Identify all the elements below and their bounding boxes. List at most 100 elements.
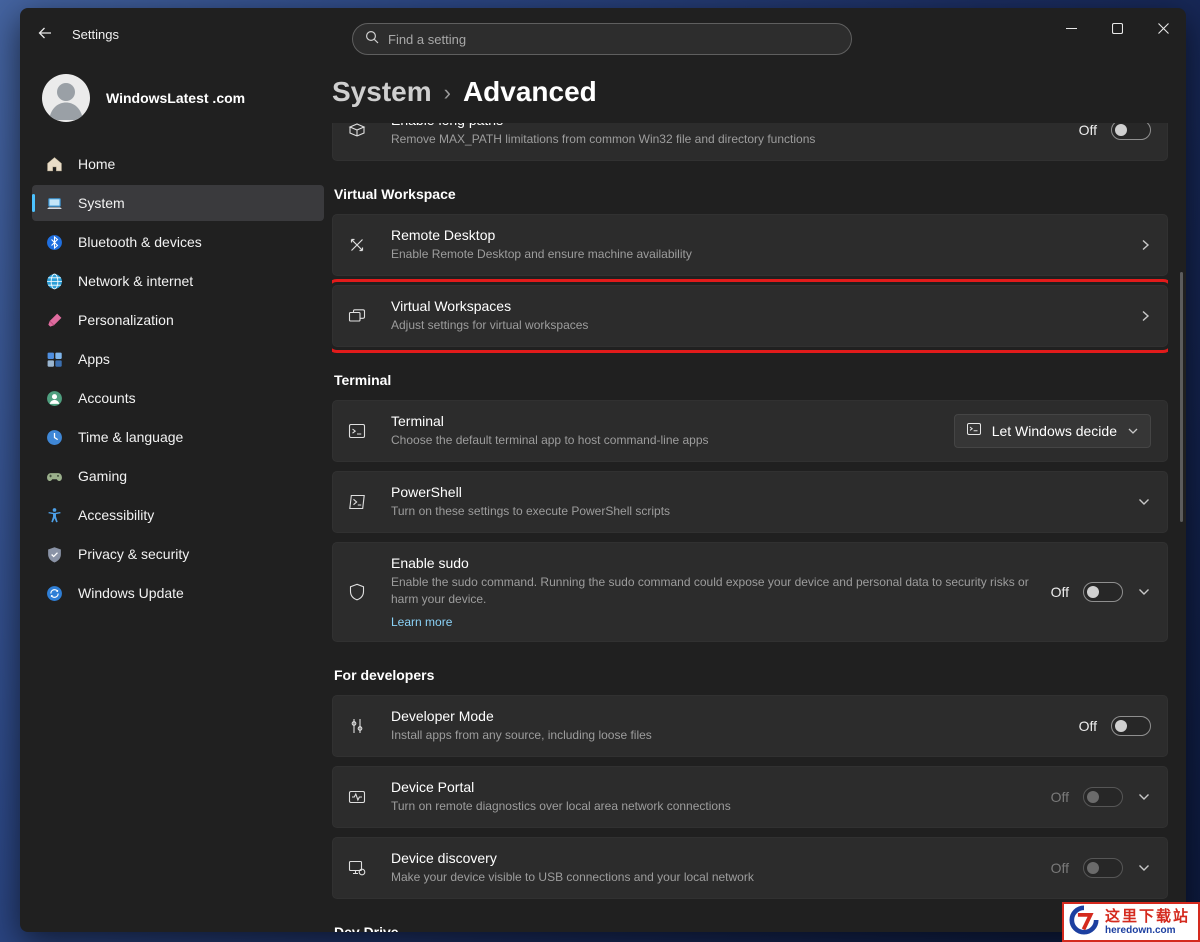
breadcrumb-current: Advanced <box>463 74 597 110</box>
learn-more-link[interactable]: Learn more <box>391 615 452 629</box>
search-box[interactable] <box>352 23 852 55</box>
setting-title: Terminal <box>391 413 709 429</box>
app-title: Settings <box>72 27 119 42</box>
setting-row-terminal[interactable]: Terminal Choose the default terminal app… <box>332 400 1168 462</box>
main-content: System › Advanced Enable long paths Remo… <box>332 60 1186 932</box>
minimize-icon <box>1066 22 1077 37</box>
settings-scroll-area: Enable long paths Remove MAX_PATH limita… <box>332 123 1168 932</box>
personalization-icon <box>46 312 63 329</box>
minimize-button[interactable] <box>1048 8 1094 50</box>
sidebar-item-label: Network & internet <box>78 273 193 289</box>
terminal-mini-icon <box>966 421 982 442</box>
chevron-right-icon <box>1139 238 1151 252</box>
enable-sudo-toggle[interactable] <box>1083 582 1123 602</box>
device-portal-toggle[interactable] <box>1083 787 1123 807</box>
toggle-knob <box>1087 586 1099 598</box>
chevron-down-icon <box>1137 792 1151 802</box>
setting-row-powershell[interactable]: PowerShell Turn on these settings to exe… <box>332 471 1168 533</box>
sidebar-nav: Home System Bluetooth & devices Network … <box>32 146 324 611</box>
maximize-button[interactable] <box>1094 8 1140 50</box>
sidebar-item-accounts[interactable]: Accounts <box>32 380 324 416</box>
user-profile[interactable]: WindowsLatest .com <box>32 66 324 130</box>
powershell-icon <box>347 492 391 512</box>
sidebar-item-home[interactable]: Home <box>32 146 324 182</box>
setting-description: Install apps from any source, including … <box>391 727 652 744</box>
sidebar: WindowsLatest .com Home System Bluetooth… <box>20 60 332 932</box>
sidebar-item-gaming[interactable]: Gaming <box>32 458 324 494</box>
device-discovery-toggle[interactable] <box>1083 858 1123 878</box>
setting-description: Make your device visible to USB connecti… <box>391 869 754 886</box>
setting-row-virtual-workspaces[interactable]: Virtual Workspaces Adjust settings for v… <box>332 285 1168 347</box>
search-input[interactable] <box>388 32 839 47</box>
device-discovery-icon <box>347 858 391 878</box>
toggle-state-label: Off <box>1079 718 1097 734</box>
chevron-down-icon <box>1137 497 1151 507</box>
terminal-app-dropdown[interactable]: Let Windows decide <box>954 414 1151 448</box>
desktop-wallpaper: Settings <box>0 0 1200 942</box>
sidebar-item-label: Apps <box>78 351 110 367</box>
accessibility-icon <box>46 507 63 524</box>
arrow-left-icon <box>38 27 52 42</box>
section-header-dev-drive: Dev Drive <box>334 924 1168 932</box>
sidebar-item-label: Gaming <box>78 468 127 484</box>
chevron-down-icon <box>1137 863 1151 873</box>
chevron-down-icon <box>1127 426 1139 436</box>
accounts-icon <box>46 390 63 407</box>
shield-icon <box>347 582 391 602</box>
maximize-icon <box>1112 22 1123 37</box>
section-header-for-developers: For developers <box>334 667 1168 683</box>
sidebar-item-system[interactable]: System <box>32 185 324 221</box>
sidebar-item-label: Home <box>78 156 115 172</box>
breadcrumb-system[interactable]: System <box>332 74 432 110</box>
setting-title: Enable long paths <box>391 123 815 128</box>
search-icon <box>365 30 379 49</box>
setting-row-device-discovery[interactable]: Device discovery Make your device visibl… <box>332 837 1168 899</box>
setting-row-device-portal[interactable]: Device Portal Turn on remote diagnostics… <box>332 766 1168 828</box>
scrollbar-thumb[interactable] <box>1180 272 1183 522</box>
sidebar-item-privacy[interactable]: Privacy & security <box>32 536 324 572</box>
back-button[interactable] <box>28 18 62 50</box>
gaming-icon <box>46 468 63 485</box>
windows-update-icon <box>46 585 63 602</box>
setting-description: Turn on these settings to execute PowerS… <box>391 503 670 520</box>
setting-description: Choose the default terminal app to host … <box>391 432 709 449</box>
remote-desktop-icon <box>347 235 391 255</box>
setting-description: Enable the sudo command. Running the sud… <box>391 574 1031 608</box>
sidebar-item-apps[interactable]: Apps <box>32 341 324 377</box>
sidebar-item-personalization[interactable]: Personalization <box>32 302 324 338</box>
sidebar-item-windows-update[interactable]: Windows Update <box>32 575 324 611</box>
window-controls <box>1048 8 1186 50</box>
setting-row-developer-mode[interactable]: Developer Mode Install apps from any sou… <box>332 695 1168 757</box>
avatar <box>42 74 90 122</box>
time-language-icon <box>46 429 63 446</box>
toggle-state-label: Off <box>1051 584 1069 600</box>
setting-row-enable-long-paths[interactable]: Enable long paths Remove MAX_PATH limita… <box>332 123 1168 161</box>
setting-title: PowerShell <box>391 484 670 500</box>
user-name: WindowsLatest .com <box>106 90 245 106</box>
breadcrumb: System › Advanced <box>332 72 1168 111</box>
watermark-logo-icon <box>1069 905 1099 940</box>
sidebar-item-bluetooth[interactable]: Bluetooth & devices <box>32 224 324 260</box>
long-paths-icon <box>347 123 391 140</box>
settings-window: Settings <box>20 8 1186 932</box>
close-button[interactable] <box>1140 8 1186 50</box>
developer-mode-toggle[interactable] <box>1111 716 1151 736</box>
apps-icon <box>46 351 63 368</box>
long-paths-toggle[interactable] <box>1111 123 1151 140</box>
setting-description: Adjust settings for virtual workspaces <box>391 317 588 334</box>
sidebar-item-label: Privacy & security <box>78 546 189 562</box>
sidebar-item-label: Windows Update <box>78 585 184 601</box>
setting-description: Remove MAX_PATH limitations from common … <box>391 131 815 148</box>
setting-title: Developer Mode <box>391 708 652 724</box>
toggle-state-label: Off <box>1051 789 1069 805</box>
setting-title: Device discovery <box>391 850 754 866</box>
sidebar-item-accessibility[interactable]: Accessibility <box>32 497 324 533</box>
developer-mode-icon <box>347 716 391 736</box>
setting-row-enable-sudo[interactable]: Enable sudo Enable the sudo command. Run… <box>332 542 1168 642</box>
watermark-site-name: 这里下载站 <box>1105 908 1190 925</box>
setting-row-remote-desktop[interactable]: Remote Desktop Enable Remote Desktop and… <box>332 214 1168 276</box>
sidebar-item-network[interactable]: Network & internet <box>32 263 324 299</box>
section-header-virtual-workspace: Virtual Workspace <box>334 186 1168 202</box>
sidebar-item-time-language[interactable]: Time & language <box>32 419 324 455</box>
toggle-state-label: Off <box>1051 860 1069 876</box>
